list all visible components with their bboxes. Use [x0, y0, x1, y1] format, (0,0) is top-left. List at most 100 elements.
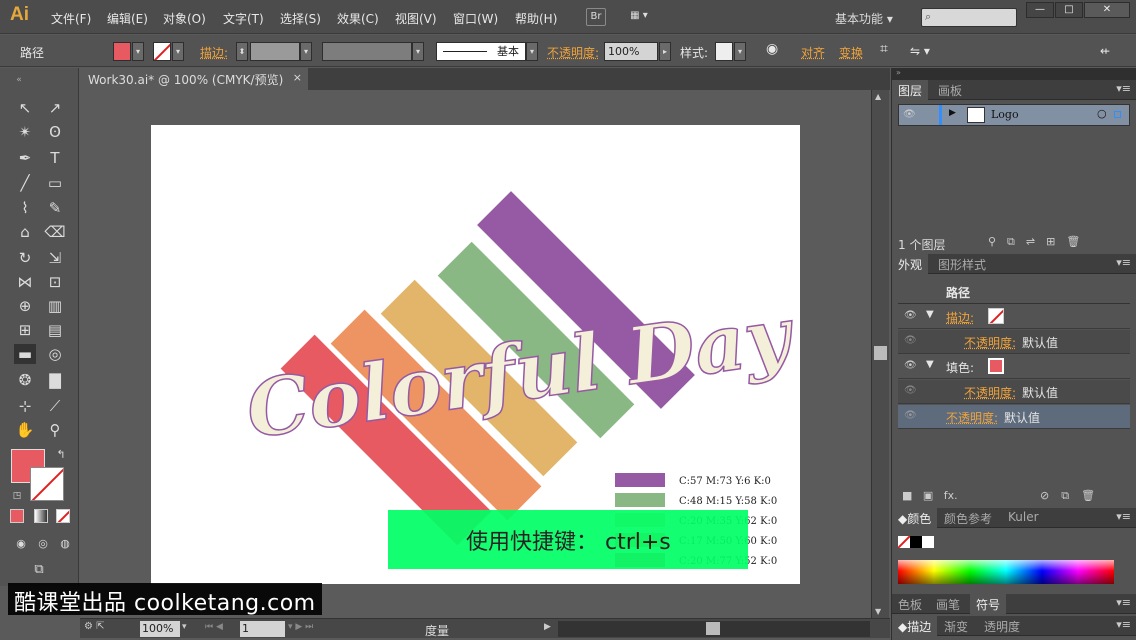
mesh-tool-icon[interactable]: ⊞ — [14, 320, 36, 340]
direct-selection-tool-icon[interactable]: ↗ — [44, 98, 66, 118]
opacity-input[interactable]: 100% — [604, 42, 658, 61]
menu-edit[interactable]: 编辑(E) — [107, 10, 148, 27]
legend-swatch-2[interactable] — [615, 493, 665, 507]
free-transform-tool-icon[interactable]: ⊡ — [44, 272, 66, 292]
appearance-action-icons[interactable]: ⊘⧉🗑 — [1040, 489, 1107, 503]
tab-swatches[interactable]: 色板 — [892, 594, 928, 614]
transform-panel-link[interactable]: 变换 — [839, 44, 863, 61]
tab-transparency[interactable]: 透明度 — [978, 616, 1026, 636]
document-tab[interactable]: Work30.ai* @ 100% (CMYK/预览) × — [80, 68, 308, 90]
appearance-bottom-icons[interactable]: ■ ▣ fx. — [902, 489, 958, 502]
hand-tool-icon[interactable]: ✋ — [14, 420, 36, 440]
swatches-panel-menu-icon[interactable]: ▾≡ — [1116, 596, 1131, 609]
color-panel-menu-icon[interactable]: ▾≡ — [1116, 510, 1131, 523]
layer-visibility-eye-icon[interactable]: 👁 — [903, 109, 916, 120]
align-panel-link[interactable]: 对齐 — [801, 44, 825, 61]
status-menu-icon[interactable]: ▶ — [544, 622, 551, 632]
layers-panel-menu-icon[interactable]: ▾≡ — [1116, 82, 1131, 95]
gradient-tool-icon[interactable]: ▤ — [44, 320, 66, 340]
stroke-dropdown-icon[interactable]: ▾ — [172, 42, 184, 61]
tab-symbols[interactable]: 符号 — [970, 594, 1007, 614]
tab-stroke[interactable]: ◆描边 — [892, 616, 938, 636]
tab-gradient[interactable]: 渐变 — [938, 616, 974, 636]
tab-kuler[interactable]: Kuler — [1002, 508, 1045, 528]
shape-builder-tool-icon[interactable]: ⊕ — [14, 296, 36, 316]
maximize-button[interactable]: □ — [1055, 2, 1083, 18]
brush-definition-field[interactable]: 基本 — [436, 42, 526, 61]
legend-swatch-1[interactable] — [615, 473, 665, 487]
tab-graphic-styles[interactable]: 图形样式 — [932, 254, 992, 274]
tab-color-guide[interactable]: 颜色参考 — [938, 508, 998, 528]
line-tool-icon[interactable]: ╱ — [14, 173, 36, 193]
menu-help[interactable]: 帮助(H) — [515, 10, 557, 27]
legend-label-2[interactable]: C:48 M:15 Y:58 K:0 — [679, 496, 777, 507]
stroke-weight-label[interactable]: 描边: — [200, 44, 228, 61]
help-search-input[interactable]: ⌕ — [921, 8, 1017, 27]
stroke-panel-menu-icon[interactable]: ▾≡ — [1116, 618, 1131, 631]
fill-dropdown-icon[interactable]: ▾ — [132, 42, 144, 61]
tab-layers[interactable]: 图层 — [892, 80, 929, 100]
perspective-grid-tool-icon[interactable]: ▥ — [44, 296, 66, 316]
color-mode-icon[interactable] — [10, 509, 24, 523]
layer-target-icon[interactable]: ○ — [1097, 107, 1107, 120]
scroll-down-icon[interactable]: ▼ — [875, 607, 881, 616]
appearance-fill-row[interactable]: 👁 ▼ 填色: — [898, 355, 1130, 379]
rotate-tool-icon[interactable]: ↻ — [14, 248, 36, 268]
bridge-button[interactable]: Br — [586, 8, 606, 26]
draw-inside-icon[interactable]: ◍ — [54, 534, 76, 554]
width-tool-icon[interactable]: ⋈ — [14, 272, 36, 292]
scroll-up-icon[interactable]: ▲ — [875, 92, 881, 101]
graphic-style-swatch[interactable] — [715, 42, 733, 61]
eraser-tool-icon[interactable]: ⌫ — [44, 222, 66, 242]
object-opacity-label[interactable]: 不透明度: — [946, 409, 998, 426]
menu-effect[interactable]: 效果(C) — [337, 10, 379, 27]
gradient-mode-icon[interactable] — [34, 509, 48, 523]
recolor-artwork-icon[interactable]: ◉ — [766, 41, 778, 57]
appearance-fill-opacity-row[interactable]: 👁 不透明度: 默认值 — [898, 380, 1130, 404]
zoom-tool-icon[interactable]: ⚲ — [44, 420, 66, 440]
pen-tool-icon[interactable]: ✒ — [14, 148, 36, 168]
default-colors-icon[interactable]: ◳ — [6, 486, 28, 506]
fill-color-swatch[interactable] — [113, 42, 131, 61]
dock-collapse-bar[interactable]: » — [892, 68, 1136, 80]
menu-select[interactable]: 选择(S) — [280, 10, 321, 27]
layers-panel-actions[interactable]: ⚲⧉⇌⊞🗑 — [988, 235, 1091, 249]
vertical-scrollbar[interactable]: ▲ ▼ — [871, 90, 889, 618]
transform-again-icon[interactable]: ⇋ ▾ — [910, 44, 930, 58]
slice-tool-icon[interactable]: ⟋ — [44, 396, 66, 416]
blend-tool-icon[interactable]: ◎ — [44, 344, 66, 364]
screen-mode-icon[interactable]: ⧉ — [28, 560, 50, 580]
arrange-documents-icon[interactable]: ▦ ▾ — [625, 8, 653, 26]
appearance-stroke-opacity-row[interactable]: 👁 不透明度: 默认值 — [898, 330, 1130, 354]
stroke-color-box[interactable] — [30, 467, 64, 501]
horizontal-scroll-thumb[interactable] — [706, 622, 720, 635]
selection-tool-icon[interactable]: ↖ — [14, 98, 36, 118]
black-color-chip[interactable] — [910, 536, 922, 548]
isolate-object-icon[interactable]: ⌗ — [880, 41, 888, 57]
legend-label-1[interactable]: C:57 M:73 Y:6 K:0 — [679, 476, 771, 487]
vertical-scroll-thumb[interactable] — [874, 346, 887, 360]
style-dropdown-icon[interactable]: ▾ — [734, 42, 746, 61]
close-window-button[interactable]: ✕ — [1084, 2, 1130, 18]
stroke-weight-stepper[interactable]: ⬍ — [236, 42, 248, 61]
blob-brush-tool-icon[interactable]: ⌂ — [14, 222, 36, 242]
zoom-level-field[interactable]: 100% — [140, 621, 180, 637]
artboard-number-field[interactable]: 1 — [240, 621, 285, 637]
column-graph-tool-icon[interactable]: ▇ — [44, 370, 66, 390]
close-tab-icon[interactable]: × — [293, 71, 302, 84]
draw-normal-icon[interactable]: ◉ — [10, 534, 32, 554]
minimize-button[interactable]: — — [1026, 2, 1054, 18]
appearance-stroke-row[interactable]: 👁 ▼ 描边: — [898, 305, 1130, 329]
artboard-tool-icon[interactable]: ⊹ — [14, 396, 36, 416]
menu-view[interactable]: 视图(V) — [395, 10, 437, 27]
lasso-tool-icon[interactable]: ʘ — [44, 122, 66, 142]
control-panel-menu-icon[interactable]: ⇷ — [1100, 44, 1110, 58]
color-spectrum[interactable] — [898, 560, 1114, 584]
scale-tool-icon[interactable]: ⇲ — [44, 248, 66, 268]
fill-opacity-label[interactable]: 不透明度: — [964, 384, 1016, 401]
stroke-opacity-label[interactable]: 不透明度: — [964, 334, 1016, 351]
rectangle-tool-icon[interactable]: ▭ — [44, 173, 66, 193]
stroke-opacity-eye-icon[interactable]: 👁 — [904, 335, 917, 346]
profile-dropdown-icon[interactable]: ▾ — [412, 42, 424, 61]
expand-layer-icon[interactable]: ▶ — [949, 108, 956, 118]
